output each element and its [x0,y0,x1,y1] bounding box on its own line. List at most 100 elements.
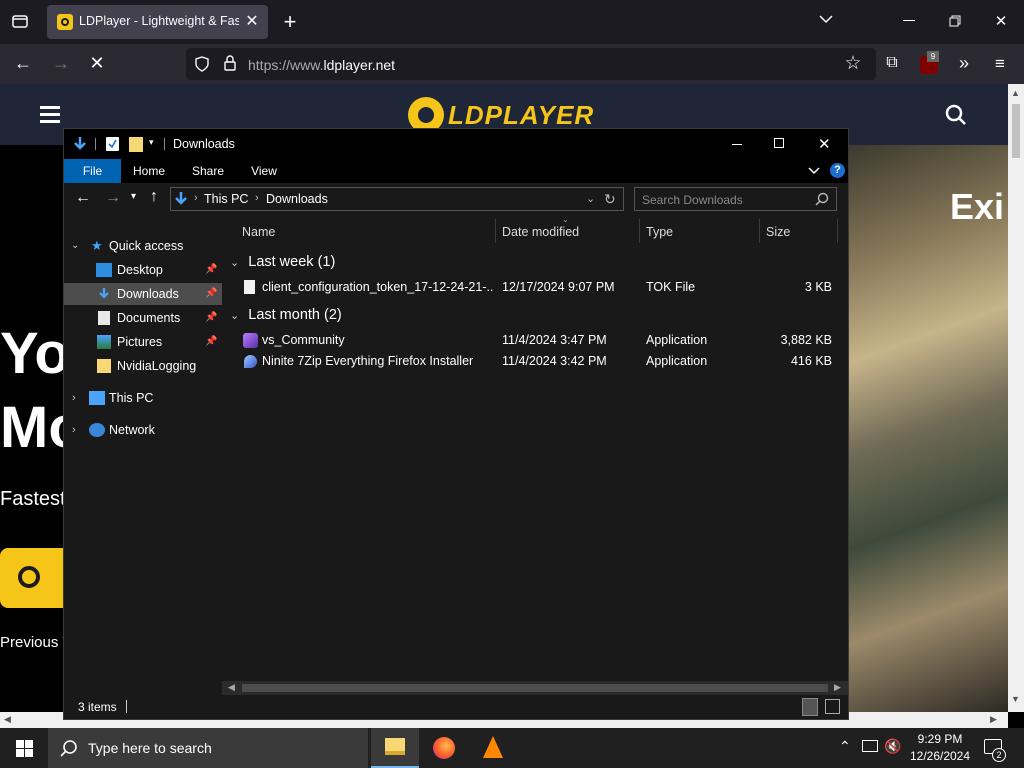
tab-file[interactable]: File [64,159,121,183]
show-hidden-icons-icon[interactable]: ⌃ [839,738,851,755]
ribbon-expand-icon[interactable] [808,165,820,179]
properties-icon[interactable] [106,137,119,151]
clock-date[interactable]: 12/26/2024 [907,749,973,763]
chevron-down-icon[interactable] [816,13,836,27]
pin-icon[interactable]: 📌 [205,307,217,329]
close-window-icon[interactable]: ✕ [992,14,1010,29]
file-list-horizontal-scrollbar[interactable]: ◀ ▶ [222,681,848,695]
nav-this-pc[interactable]: › This PC [64,387,222,409]
nav-documents[interactable]: Documents 📌 [64,307,222,329]
address-bar[interactable]: › This PC › Downloads ⌄ ↻ [170,187,624,211]
breadcrumb-downloads[interactable]: Downloads [266,192,328,206]
forward-icon[interactable]: → [50,54,72,72]
extensions-icon[interactable]: ⧉ [882,55,902,71]
nav-network[interactable]: › Network [64,419,222,441]
browser-tab-ldplayer[interactable]: LDPlayer - Lightweight & Fast Android Em… [47,5,268,39]
close-tab-icon[interactable]: ✕ [244,14,260,30]
expand-chevron-icon[interactable]: › [72,387,76,409]
pin-icon[interactable]: 📌 [205,259,217,281]
restore-icon[interactable] [946,15,964,29]
group-collapse-icon[interactable]: ⌄ [230,310,239,322]
taskbar-firefox[interactable] [420,728,468,768]
taskbar-file-explorer[interactable] [371,728,419,768]
nav-downloads[interactable]: Downloads 📌 [64,283,222,305]
tab-view[interactable]: View [244,159,284,183]
taskbar-vlc[interactable] [469,728,517,768]
search-icon[interactable] [815,192,829,209]
refresh-icon[interactable]: ↻ [604,191,616,208]
stop-icon[interactable]: ✕ [86,54,108,72]
ldplayer-logo-text[interactable]: LDPLAYER [448,100,594,131]
new-tab-icon[interactable]: + [280,11,300,33]
qat-dropdown-icon[interactable]: ▾ [149,137,154,148]
file-row[interactable]: client_configuration_token_17-12-24-21-.… [222,277,848,298]
file-row[interactable]: Ninite 7Zip Everything Firefox Installer… [222,351,848,372]
expand-chevron-icon[interactable]: › [72,419,76,441]
breadcrumb-chevron-icon[interactable]: › [255,192,259,204]
column-separator[interactable] [495,219,496,243]
nav-quick-access[interactable]: ⌄ ★ Quick access [64,235,222,257]
shield-icon[interactable] [194,56,210,74]
group-header-last-month[interactable]: ⌄ Last month (2) [230,304,342,326]
explorer-maximize-icon[interactable] [774,138,784,148]
new-folder-icon[interactable] [129,137,143,152]
hamburger-menu-icon[interactable]: ≡ [990,55,1010,72]
forward-arrow-icon[interactable]: → [105,189,121,207]
scroll-left-icon[interactable]: ◀ [228,682,235,693]
breadcrumb-chevron-icon[interactable]: › [194,192,198,204]
column-header-type[interactable]: Type [646,217,673,247]
details-view-icon[interactable] [802,698,818,716]
minimize-icon[interactable] [900,20,918,21]
volume-muted-icon[interactable]: 🔇 [884,738,901,755]
explorer-minimize-icon[interactable] [732,144,742,145]
tab-share[interactable]: Share [186,159,230,183]
breadcrumb-this-pc[interactable]: This PC [204,192,248,206]
recent-locations-icon[interactable]: ▾ [131,191,136,202]
overflow-menu-icon[interactable]: » [954,54,974,72]
tab-list-icon[interactable] [10,13,30,31]
group-header-last-week[interactable]: ⌄ Last week (1) [230,251,335,273]
network-tray-icon[interactable] [862,740,878,752]
group-collapse-icon[interactable]: ⌄ [230,257,239,269]
column-separator[interactable] [759,219,760,243]
large-icons-view-icon[interactable] [825,699,840,714]
pin-icon[interactable]: 📌 [205,331,217,353]
nav-desktop[interactable]: Desktop 📌 [64,259,222,281]
windows-start-icon[interactable] [16,740,33,757]
page-vertical-scrollbar[interactable]: ▲ ▼ [1008,84,1024,712]
back-arrow-icon[interactable]: ← [75,189,91,207]
ublock-extension-icon[interactable]: 9 [920,51,939,74]
site-search-icon[interactable] [945,104,967,126]
nav-pictures[interactable]: Pictures 📌 [64,331,222,353]
url-text[interactable]: https://www.ldplayer.net [248,57,395,73]
up-arrow-icon[interactable]: ↑ [150,188,158,206]
scroll-right-icon[interactable]: ▶ [834,682,841,693]
help-icon[interactable]: ? [830,163,845,178]
clock-time[interactable]: 9:29 PM [912,732,968,746]
address-dropdown-icon[interactable]: ⌄ [586,192,595,205]
bookmark-star-icon[interactable]: ☆ [843,54,863,73]
column-separator[interactable] [837,219,838,243]
tab-home[interactable]: Home [128,159,170,183]
previous-versions-link[interactable]: Previous V [0,634,73,651]
file-row[interactable] [222,406,848,427]
file-row[interactable]: vs_Community 11/4/2024 3:47 PM Applicati… [222,330,848,351]
column-separator[interactable] [639,219,640,243]
column-header-date-modified[interactable]: Date modified [502,217,579,247]
lock-icon[interactable] [222,55,238,73]
pictures-icon [97,335,111,349]
search-downloads-input[interactable]: Search Downloads [634,187,837,211]
browser-tab-bar: LDPlayer - Lightweight & Fast Android Em… [0,0,1024,44]
explorer-close-icon[interactable]: ✕ [818,135,831,153]
column-header-name[interactable]: Name [242,217,275,247]
column-header-size[interactable]: Size [766,217,790,247]
scrollbar-thumb[interactable] [242,684,828,692]
nav-nvidialogging[interactable]: NvidiaLogging [64,355,222,377]
firefox-icon [433,737,455,759]
download-button[interactable] [0,548,70,608]
url-bar[interactable]: https://www.ldplayer.net [186,48,876,80]
expand-chevron-icon[interactable]: ⌄ [71,235,79,257]
taskbar-search-box[interactable]: Type here to search [48,728,368,768]
pin-icon[interactable]: 📌 [205,283,217,305]
back-icon[interactable]: ← [12,54,34,72]
